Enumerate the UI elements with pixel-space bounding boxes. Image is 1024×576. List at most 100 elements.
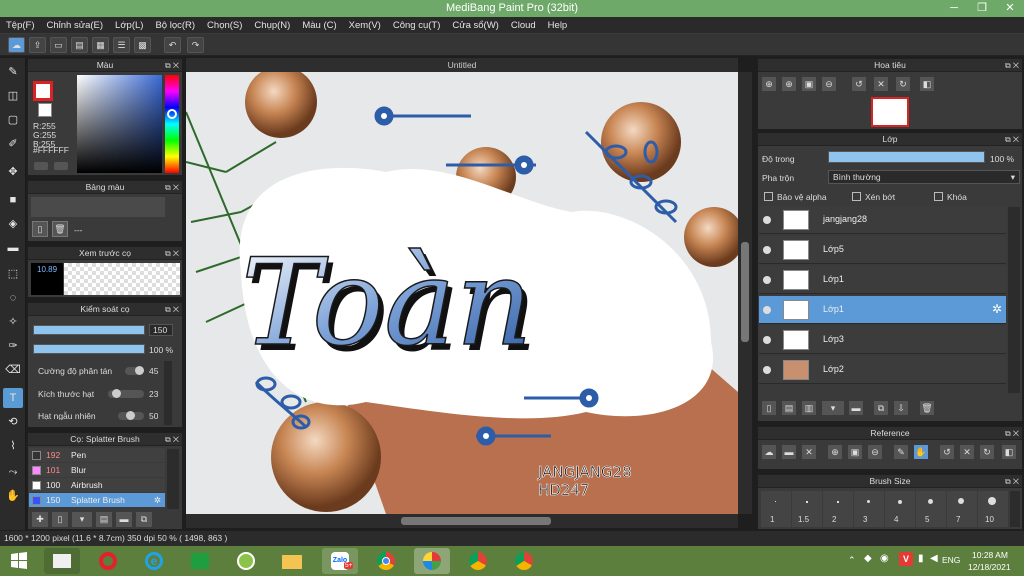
menu-layer[interactable]: Lớp(L) bbox=[109, 17, 149, 34]
network-icon[interactable]: ▮ bbox=[918, 553, 924, 564]
zoom-out-icon[interactable]: ⊖ bbox=[868, 445, 882, 459]
layer-list-scrollbar[interactable] bbox=[1008, 207, 1020, 393]
navigator-thumbnail[interactable] bbox=[871, 97, 909, 127]
layer-add-menu-icon[interactable]: ▾ bbox=[822, 401, 844, 415]
redo-icon[interactable]: ↷ bbox=[187, 37, 204, 53]
clock-time[interactable]: 10:28 AM bbox=[972, 550, 1008, 560]
hand-tool-icon[interactable]: ✋ bbox=[3, 486, 23, 506]
color-mode-button-2[interactable] bbox=[54, 162, 68, 170]
folder-taskbar-icon[interactable] bbox=[274, 548, 310, 574]
random-particle-slider[interactable] bbox=[118, 411, 144, 420]
layer-opacity-slider[interactable] bbox=[828, 151, 985, 163]
brush-size-preset[interactable]: 3 bbox=[854, 491, 884, 527]
dropper-tool-icon[interactable]: ⤳ bbox=[3, 462, 23, 482]
clock-date[interactable]: 12/18/2021 bbox=[968, 562, 1011, 572]
menu-window[interactable]: Cửa sổ(W) bbox=[446, 17, 504, 34]
menu-select[interactable]: Chọn(S) bbox=[201, 17, 248, 34]
eye-icon[interactable] bbox=[763, 306, 771, 314]
gear-icon[interactable]: ✲ bbox=[154, 493, 161, 507]
zalo-icon[interactable]: Zalo 5+ bbox=[322, 548, 358, 574]
language-indicator[interactable]: ENG bbox=[942, 555, 960, 565]
brush-size-preset[interactable]: 10 bbox=[978, 491, 1008, 527]
saturation-value-picker[interactable] bbox=[77, 75, 162, 173]
lock-checkbox[interactable] bbox=[934, 192, 943, 201]
brush-size-preset[interactable]: 2 bbox=[823, 491, 853, 527]
protect-alpha-checkbox[interactable] bbox=[764, 192, 773, 201]
brush-opacity-slider[interactable] bbox=[33, 344, 145, 354]
brush-item-airbrush[interactable]: 100 Airbrush bbox=[29, 478, 165, 492]
brush-item-pen[interactable]: 192 Pen bbox=[29, 448, 165, 462]
tray-app-icon[interactable]: ◆ bbox=[864, 553, 872, 564]
tray-app-icon-2[interactable]: ◉ bbox=[880, 553, 889, 564]
delete-layer-icon[interactable]: 🗑 bbox=[920, 401, 934, 415]
pen-tool-icon[interactable]: ✐ bbox=[3, 134, 23, 154]
bucket-tool-icon[interactable]: ◈ bbox=[3, 214, 23, 234]
flip-icon[interactable]: ◧ bbox=[1002, 445, 1016, 459]
eye-icon[interactable] bbox=[763, 276, 771, 284]
canvas-horizontal-scrollbar[interactable] bbox=[186, 514, 738, 528]
brush-item-blur[interactable]: 101 Blur bbox=[29, 463, 165, 477]
comment-icon[interactable]: ▭ bbox=[50, 37, 67, 53]
brush-size-slider[interactable] bbox=[33, 325, 145, 335]
brush-size-scrollbar[interactable] bbox=[1010, 491, 1020, 527]
fit-icon[interactable]: ▣ bbox=[848, 445, 862, 459]
store-icon[interactable] bbox=[182, 548, 218, 574]
chrome-profile-icon-2[interactable] bbox=[506, 548, 542, 574]
zoom-in-icon[interactable]: ⊕ bbox=[828, 445, 842, 459]
palette-swatch-area[interactable] bbox=[31, 197, 165, 217]
rectangle-tool-icon[interactable]: ▢ bbox=[3, 110, 23, 130]
hand-icon[interactable]: ✋ bbox=[914, 445, 928, 459]
ie-icon[interactable]: e bbox=[136, 548, 172, 574]
operation-tool-icon[interactable]: ⟲ bbox=[3, 412, 23, 432]
zoom-in-icon-2[interactable]: ⊕ bbox=[782, 77, 796, 91]
file-explorer-icon[interactable] bbox=[44, 548, 80, 574]
menu-file[interactable]: Tệp(F) bbox=[0, 17, 41, 34]
chrome-profile-icon[interactable] bbox=[460, 548, 496, 574]
canvas[interactable]: Toàn Toàn JANGJANG28 HD247 bbox=[186, 72, 738, 514]
eye-icon[interactable] bbox=[763, 336, 771, 344]
lasso-icon[interactable]: ◌ bbox=[3, 288, 23, 308]
brush-control-scrollbar[interactable] bbox=[164, 361, 172, 425]
medibang-taskbar-icon[interactable] bbox=[414, 548, 450, 574]
zoom-in-icon[interactable]: ⊕ bbox=[762, 77, 776, 91]
move-tool-icon[interactable]: ✥ bbox=[3, 162, 23, 182]
flip-icon[interactable]: ◧ bbox=[920, 77, 934, 91]
brush-size-preset[interactable]: 1.5 bbox=[792, 491, 822, 527]
menu-view[interactable]: Xem(V) bbox=[343, 17, 387, 34]
folder-icon[interactable]: ▬ bbox=[782, 445, 796, 459]
layer-item[interactable]: Lớp1 bbox=[759, 266, 1006, 294]
foreground-color-swatch[interactable] bbox=[33, 81, 53, 101]
close-icon[interactable]: ✕ bbox=[802, 445, 816, 459]
brush-size-preset[interactable]: 5 bbox=[916, 491, 946, 527]
menu-filter[interactable]: Bộ lọc(R) bbox=[149, 17, 201, 34]
new-layer-icon[interactable]: ▯ bbox=[762, 401, 776, 415]
new-brush-icon[interactable]: ▯ bbox=[52, 512, 68, 527]
brush-size-value[interactable]: 150 bbox=[149, 324, 173, 336]
rotate-reset-icon[interactable]: ✕ bbox=[874, 77, 888, 91]
brush-size-preset[interactable]: 4 bbox=[885, 491, 915, 527]
tray-v-icon[interactable]: V bbox=[899, 552, 913, 566]
tray-chevron-icon[interactable]: ⌃ bbox=[848, 555, 856, 566]
coccoc-icon[interactable] bbox=[228, 548, 264, 574]
new-8bit-layer-icon[interactable]: ▥ bbox=[802, 401, 816, 415]
new-palette-icon[interactable]: ▯ bbox=[32, 221, 48, 237]
color-mode-button-1[interactable] bbox=[34, 162, 48, 170]
page-icon[interactable]: ▤ bbox=[71, 37, 88, 53]
grid-icon[interactable]: ▩ bbox=[134, 37, 151, 53]
document-icon[interactable]: ▦ bbox=[92, 37, 109, 53]
fit-icon[interactable]: ▣ bbox=[802, 77, 816, 91]
gradient-tool-icon[interactable]: ▬ bbox=[3, 238, 23, 258]
brush-settings-icon[interactable]: ▤ bbox=[96, 512, 112, 527]
hue-slider[interactable] bbox=[165, 75, 179, 173]
rotate-left-icon[interactable]: ↺ bbox=[852, 77, 866, 91]
brush-folder-icon[interactable]: ▬ bbox=[116, 512, 132, 527]
menu-color[interactable]: Màu (C) bbox=[296, 17, 342, 34]
brush-list-scrollbar[interactable] bbox=[167, 449, 179, 509]
minimize-button[interactable]: ─ bbox=[940, 0, 968, 17]
scatter-slider[interactable] bbox=[125, 366, 144, 375]
zoom-out-icon[interactable]: ⊖ bbox=[822, 77, 836, 91]
canvas-vertical-scrollbar[interactable] bbox=[738, 72, 752, 514]
add-brush-icon[interactable]: ✚ bbox=[32, 512, 48, 527]
layer-item[interactable]: Lớp5 bbox=[759, 236, 1006, 264]
menu-tools[interactable]: Công cụ(T) bbox=[387, 17, 447, 34]
